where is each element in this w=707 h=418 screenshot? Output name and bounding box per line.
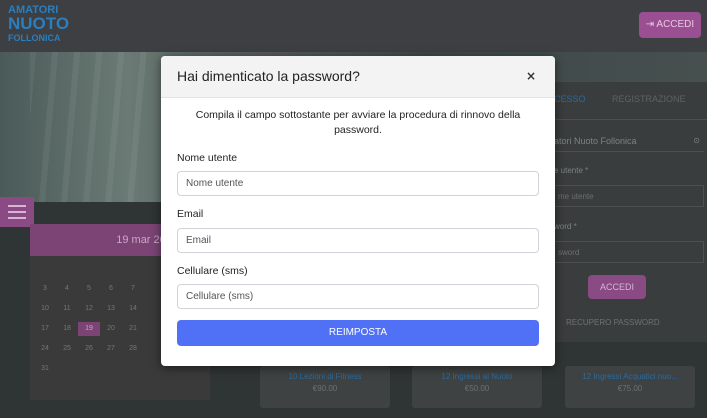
password-input-bg: sword <box>554 241 704 263</box>
login-button-panel: ACCEDI <box>588 275 646 299</box>
calendar-day <box>100 362 122 376</box>
email-label: Email <box>177 208 204 220</box>
calendar-weekday <box>78 262 100 276</box>
club-select: atori Nuoto Follonica ⊙ <box>554 130 704 152</box>
calendar-day <box>78 362 100 376</box>
dialog-header: Hai dimenticato la password? × <box>161 56 555 98</box>
tab-login: CESSO <box>554 94 586 104</box>
calendar-day: 24 <box>41 345 49 352</box>
tab-register: REGISTRAZIONE <box>612 94 686 104</box>
calendar-day: 21 <box>129 325 137 332</box>
email-input[interactable] <box>177 228 539 253</box>
calendar-day: 11 <box>63 305 71 312</box>
username-input-bg: me utente <box>554 185 704 207</box>
club-logo: AMATORI NUOTO FOLLONICA <box>8 4 84 46</box>
hamburger-menu-icon <box>0 197 34 227</box>
package-name: 12 Ingressi Acquatici nuo... <box>582 372 678 381</box>
calendar-day: 5 <box>87 285 91 292</box>
calendar-weekday <box>100 262 122 276</box>
reset-button[interactable]: REIMPOSTA <box>177 320 539 346</box>
calendar-day: 25 <box>63 345 71 352</box>
dialog-description: Compila il campo sottostante per avviare… <box>195 109 521 136</box>
calendar-day: 18 <box>63 325 71 332</box>
dialog-title: Hai dimenticato la password? <box>177 68 360 84</box>
package-name: 10 Lezioni di Fitness <box>288 372 362 381</box>
logo-line-2: NUOTO <box>8 14 70 33</box>
package-price: €75.00 <box>617 384 643 393</box>
calendar-day: 13 <box>107 305 115 312</box>
calendar-day: 4 <box>65 285 69 292</box>
calendar-weekday <box>122 262 144 276</box>
top-navbar: AMATORI NUOTO FOLLONICA ⇥ ACCEDI <box>0 0 707 52</box>
calendar-day: 17 <box>41 325 49 332</box>
calendar-day: 3 <box>43 285 47 292</box>
calendar-day: 27 <box>107 345 115 352</box>
calendar-day: 12 <box>85 305 93 312</box>
forgot-password-dialog: Hai dimenticato la password? × Compila i… <box>161 56 555 366</box>
calendar-day: 19 <box>78 322 100 336</box>
calendar-day <box>122 362 144 376</box>
calendar-day: 26 <box>85 345 93 352</box>
calendar-day: 20 <box>107 325 115 332</box>
chevron-down-icon: ⊙ <box>693 136 700 145</box>
calendar-day: 7 <box>131 285 135 292</box>
username-label: e utente * <box>554 166 589 175</box>
phone-input[interactable] <box>177 284 539 309</box>
calendar-day: 10 <box>41 305 49 312</box>
recover-password-link: RECUPERO PASSWORD <box>566 318 660 327</box>
package-card: 10 Lezioni di Fitness €90.00 <box>260 366 390 408</box>
close-icon[interactable]: × <box>521 66 541 86</box>
username-input[interactable] <box>177 171 539 196</box>
calendar-day: 6 <box>109 285 113 292</box>
package-name: 12 Ingressi al Nuoto <box>441 372 513 381</box>
club-select-value: atori Nuoto Follonica <box>554 136 637 146</box>
password-label: word * <box>554 222 577 231</box>
phone-label: Cellulare (sms) <box>177 265 248 277</box>
calendar-day: 28 <box>129 345 137 352</box>
package-card: 12 Ingressi Acquatici nuo... €75.00 <box>565 366 695 408</box>
calendar-weekday <box>34 262 56 276</box>
package-card: 12 Ingressi al Nuoto €50.00 <box>412 366 542 408</box>
username-label: Nome utente <box>177 152 238 164</box>
calendar-day: 31 <box>41 365 49 372</box>
package-price: €90.00 <box>312 384 338 393</box>
calendar-day <box>56 362 78 376</box>
package-price: €50.00 <box>464 384 490 393</box>
calendar-weekday <box>56 262 78 276</box>
calendar-day: 14 <box>129 305 137 312</box>
login-button-top: ⇥ ACCEDI <box>639 12 701 38</box>
logo-line-3: FOLLONICA <box>8 33 61 43</box>
